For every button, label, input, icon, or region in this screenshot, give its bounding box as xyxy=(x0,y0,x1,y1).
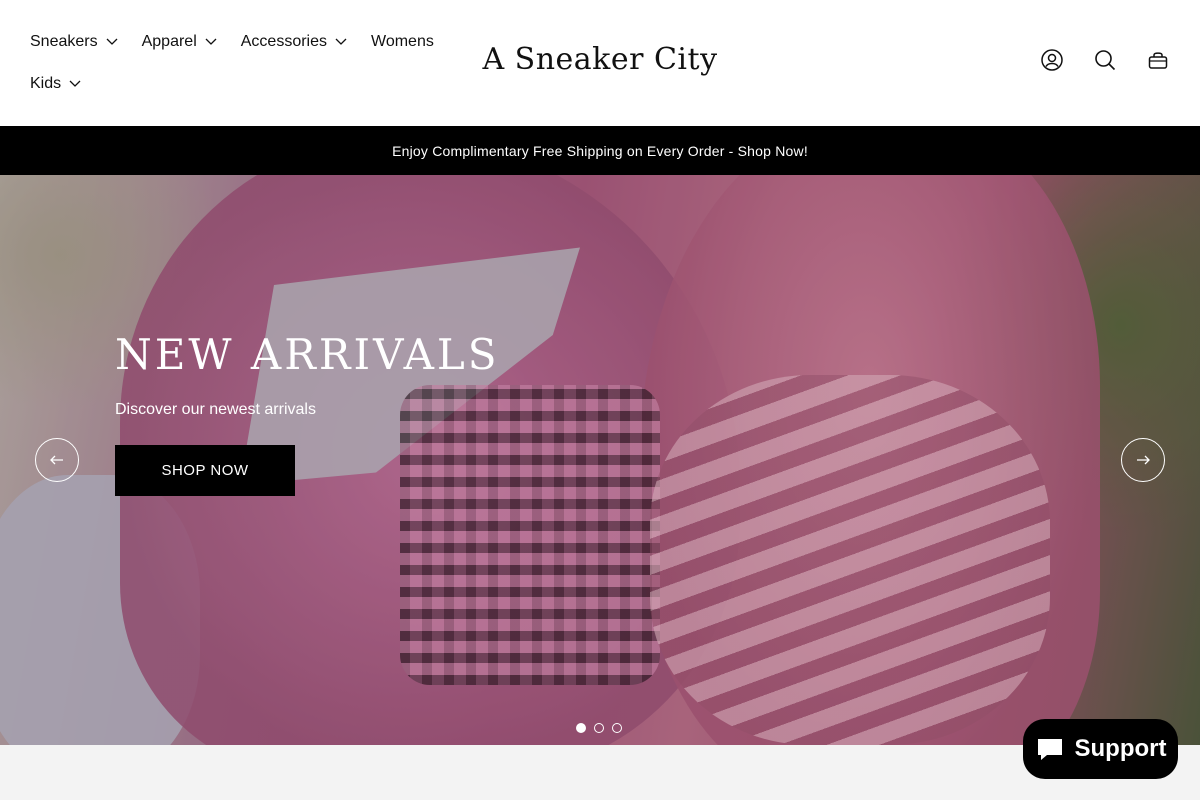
hero-title: NEW ARRIVALS xyxy=(115,330,500,379)
slide-next-button[interactable] xyxy=(1121,438,1165,482)
announcement-bar[interactable]: Enjoy Complimentary Free Shipping on Eve… xyxy=(0,126,1200,175)
hero-slideshow: NEW ARRIVALS Discover our newest arrival… xyxy=(0,175,1200,745)
slide-dot-2[interactable] xyxy=(594,723,604,733)
search-icon[interactable] xyxy=(1093,48,1117,72)
announcement-text[interactable]: Enjoy Complimentary Free Shipping on Eve… xyxy=(392,143,808,159)
cart-icon[interactable] xyxy=(1146,48,1170,72)
shop-now-button[interactable]: SHOP NOW xyxy=(115,445,295,496)
account-icon[interactable] xyxy=(1040,48,1064,72)
slide-dot-1[interactable] xyxy=(576,723,586,733)
slide-prev-button[interactable] xyxy=(35,438,79,482)
support-label: Support xyxy=(1074,735,1167,762)
site-header: Sneakers Apparel Accessories Womens Kids… xyxy=(0,0,1200,126)
arrow-left-icon xyxy=(50,455,63,465)
hero-subtitle: Discover our newest arrivals xyxy=(115,401,316,418)
chevron-down-icon xyxy=(69,80,81,87)
slide-dot-3[interactable] xyxy=(612,723,622,733)
nav-item-label: Kids xyxy=(30,75,62,92)
hero-content: NEW ARRIVALS Discover our newest arrival… xyxy=(115,330,500,496)
header-icons xyxy=(1011,48,1170,72)
next-section xyxy=(0,745,1200,800)
arrow-right-icon xyxy=(1137,455,1150,465)
chat-bubble-icon xyxy=(1037,739,1062,760)
support-chat-button[interactable]: Support xyxy=(1023,719,1178,779)
slide-dots xyxy=(576,723,630,733)
nav-item-kids[interactable]: Kids xyxy=(30,75,81,93)
